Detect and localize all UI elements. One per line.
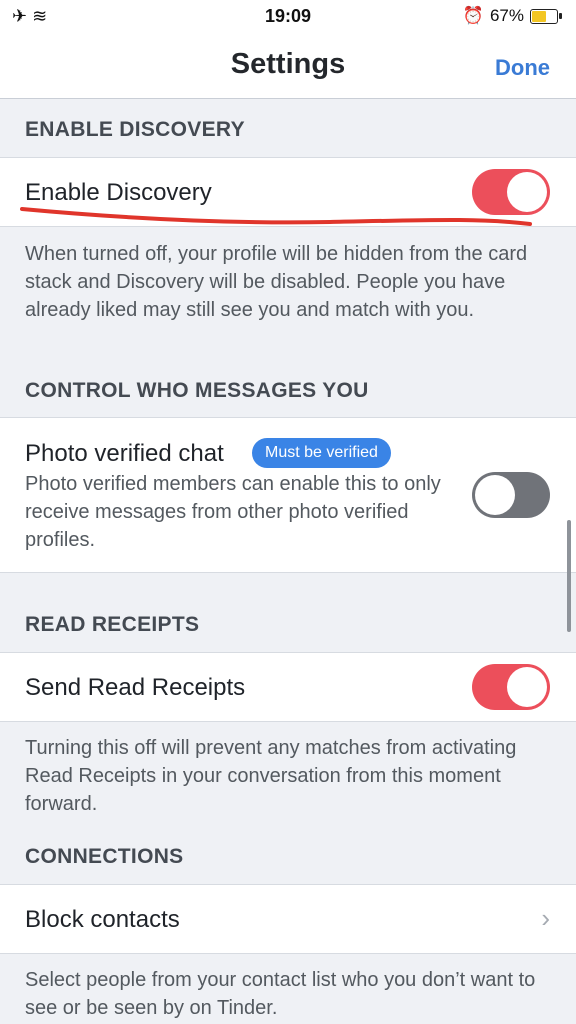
red-underline-annotation [20, 207, 532, 226]
